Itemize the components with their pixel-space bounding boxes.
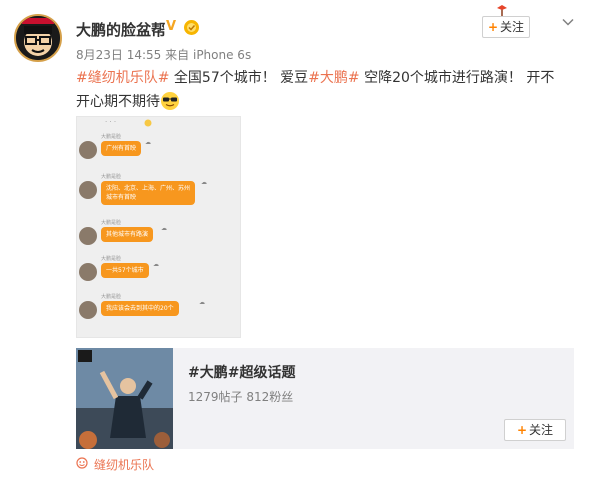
chat-bubble: 其他城市有路演 [101,227,154,242]
plus-icon: + [516,423,528,437]
topic-card[interactable]: #大鹏#超级话题 1279帖子 812粉丝 + 关注 [76,348,574,449]
medal-icon [184,20,199,35]
avatar-image [16,16,60,60]
chat-avatar [79,263,97,281]
chat-avatar [79,301,97,319]
chat-bubble-line: 沈阳、北京、上海、广州、苏州 [106,185,191,192]
cloud-icon: ☁ [199,299,205,306]
cloud-icon: ☁ [201,179,207,186]
verified-v-icon: V [164,19,178,34]
username[interactable]: 大鹏的脸盆帮 [76,19,166,40]
chat-name: 大鹏是脸 [101,134,122,140]
source-topic-label: 缝纫机乐队 [94,458,155,472]
topic-source-icon [76,457,88,469]
chat-name: 大鹏是脸 [101,256,122,262]
hashtag-link[interactable]: #大鹏# [308,70,359,86]
chat-avatar [79,227,97,245]
topic-follow-button[interactable]: + 关注 [504,419,566,441]
chat-bubble: 我应该会去到其中的20个 [101,301,179,316]
topic-title[interactable]: #大鹏#超级话题 [188,362,295,382]
chat-bubble-line: 城市有首映 [106,194,137,201]
source-prefix: 来自 [165,48,190,62]
hashtag-link[interactable]: #缝纫机乐队# [76,70,169,86]
cloud-icon: ☁ [145,139,151,146]
chat-avatar [79,181,97,199]
post-meta: 8月23日 14:55 来自 iPhone 6s [76,46,251,63]
chat-bubble: 沈阳、北京、上海、广州、苏州 城市有首映 [101,181,196,205]
topic-card-image[interactable] [76,348,173,449]
chat-avatar [79,141,97,159]
chat-top-marks: · · · [105,118,117,126]
topic-stats: 1279帖子 812粉丝 [188,390,294,404]
chat-name: 大鹏是脸 [101,174,122,180]
chat-bubble: 一共57个城市 [101,263,149,278]
cloud-icon: ☁ [161,225,167,232]
device-name[interactable]: iPhone 6s [193,48,251,62]
chat-bubble: 广州有首映 [101,141,142,156]
avatar[interactable] [14,14,62,62]
cloud-icon: ☁ [153,261,159,268]
chat-name: 大鹏是脸 [101,220,122,226]
chevron-down-icon[interactable] [562,16,574,28]
chat-emoji-icon [144,119,152,127]
source-topic-link[interactable]: 缝纫机乐队 [76,456,154,473]
plus-icon: + [487,20,499,34]
sunglasses-emoji-icon [161,92,179,110]
topic-photo [76,348,173,449]
post-image[interactable]: · · · 大鹏是脸 广州有首映 ☁ 大鹏是脸 沈阳、北京、上海、广州、苏州 城… [76,116,241,338]
post-time[interactable]: 8月23日 14:55 [76,48,161,62]
follow-label: 关注 [500,20,525,34]
content-text: 全国57个城市！ 爱豆 [169,70,309,86]
post-content: #缝纫机乐队# 全国57个城市！ 爱豆#大鹏# 空降20个城市进行路演！ 开不开… [76,66,566,114]
chat-name: 大鹏是脸 [101,294,122,300]
follow-label: 关注 [529,423,554,437]
follow-button[interactable]: + 关注 [482,16,530,38]
